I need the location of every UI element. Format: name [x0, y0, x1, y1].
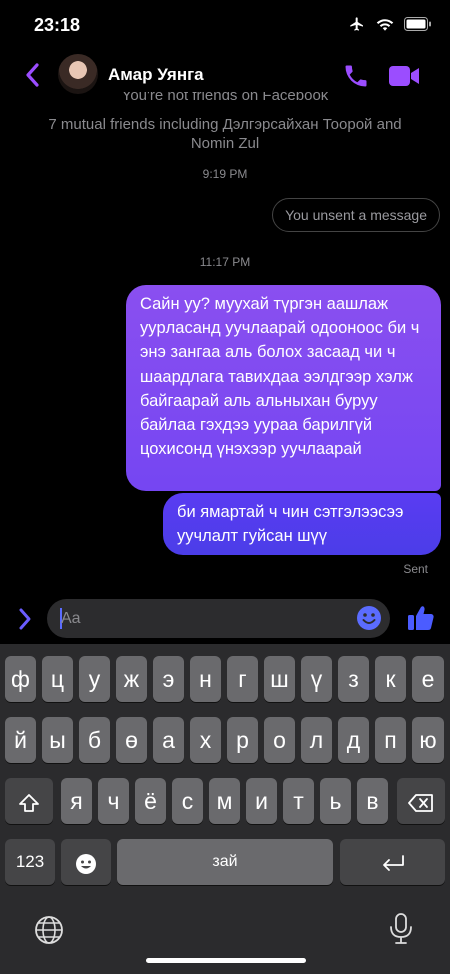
contact-name[interactable]: Амар Уянга — [108, 65, 204, 85]
expand-actions-button[interactable] — [16, 607, 34, 636]
wifi-icon — [376, 19, 394, 31]
backspace-icon — [408, 794, 433, 812]
message-input[interactable] — [61, 599, 341, 638]
delete-key[interactable] — [397, 778, 445, 824]
status-icons — [348, 16, 432, 32]
key[interactable]: ш — [264, 656, 295, 702]
key[interactable]: й — [5, 717, 36, 763]
keyboard: ф ц у ж э н г ш ү з к е й ы б ө а х р о … — [0, 644, 450, 974]
key[interactable]: я — [61, 778, 92, 824]
key[interactable]: н — [190, 656, 221, 702]
key[interactable]: з — [338, 656, 369, 702]
key[interactable]: ч — [98, 778, 129, 824]
unsent-message-notice[interactable]: You unsent a message — [272, 198, 440, 232]
globe-icon — [35, 916, 63, 944]
key[interactable]: ф — [5, 656, 36, 702]
key[interactable]: м — [209, 778, 240, 824]
video-camera-icon — [389, 66, 419, 86]
key[interactable]: э — [153, 656, 184, 702]
chevron-right-icon — [19, 608, 31, 630]
key[interactable]: х — [190, 717, 221, 763]
key[interactable]: о — [264, 717, 295, 763]
key[interactable]: ц — [42, 656, 73, 702]
key[interactable]: ь — [320, 778, 351, 824]
back-button[interactable] — [22, 62, 44, 88]
key[interactable]: и — [246, 778, 277, 824]
chevron-left-icon — [26, 63, 39, 87]
emoji-icon — [76, 853, 96, 874]
key[interactable]: в — [357, 778, 388, 824]
key[interactable]: ё — [135, 778, 166, 824]
emoji-button[interactable] — [356, 605, 382, 636]
message-composer[interactable] — [47, 599, 390, 638]
key[interactable]: е — [412, 656, 444, 702]
key[interactable]: б — [79, 717, 110, 763]
status-time: 23:18 — [34, 15, 81, 35]
like-button[interactable] — [406, 604, 436, 637]
message-bubble[interactable]: би ямартай ч чин сэтгэлээсээ уучлалт гуй… — [163, 493, 441, 555]
globe-button[interactable] — [33, 914, 65, 951]
battery-icon — [404, 17, 431, 31]
key[interactable]: ө — [116, 717, 147, 763]
key[interactable]: у — [79, 656, 110, 702]
microphone-icon — [390, 913, 412, 944]
return-key[interactable] — [340, 839, 445, 885]
key[interactable]: п — [375, 717, 406, 763]
mutual-friends-text: 7 mutual friends including Дэлгэрсайхан … — [48, 116, 402, 152]
timestamp: 11:17 PM — [199, 255, 251, 269]
key[interactable]: с — [172, 778, 203, 824]
airplane-icon — [350, 17, 363, 31]
space-key[interactable]: зай — [117, 839, 333, 885]
video-call-button[interactable] — [388, 64, 420, 93]
call-button[interactable] — [342, 62, 370, 95]
key[interactable]: ү — [301, 656, 332, 702]
thumbs-up-icon — [408, 606, 434, 630]
shift-key[interactable] — [5, 778, 53, 824]
key[interactable]: д — [338, 717, 369, 763]
key[interactable]: р — [227, 717, 258, 763]
emoji-key[interactable] — [61, 839, 111, 885]
home-indicator — [146, 958, 306, 963]
shift-icon — [19, 794, 39, 812]
numbers-key[interactable]: 123 — [5, 839, 55, 885]
message-bubble[interactable]: Сайн уу? муухай түргэн аашлаж ууpласанд … — [126, 285, 441, 491]
timestamp: 9:19 PM — [202, 167, 248, 181]
key[interactable]: к — [375, 656, 406, 702]
not-friends-notice: You're not friends on Facebook — [121, 92, 329, 104]
key[interactable]: ю — [412, 717, 444, 763]
key[interactable]: т — [283, 778, 314, 824]
key[interactable]: л — [301, 717, 332, 763]
sent-status: Sent — [403, 562, 428, 576]
key[interactable]: а — [153, 717, 184, 763]
key[interactable]: ы — [42, 717, 73, 763]
return-icon — [382, 855, 404, 871]
avatar[interactable] — [58, 54, 98, 94]
smiley-icon — [357, 606, 381, 630]
key[interactable]: г — [227, 656, 258, 702]
key[interactable]: ж — [116, 656, 147, 702]
phone-icon — [345, 65, 367, 87]
dictation-button[interactable] — [388, 912, 414, 951]
